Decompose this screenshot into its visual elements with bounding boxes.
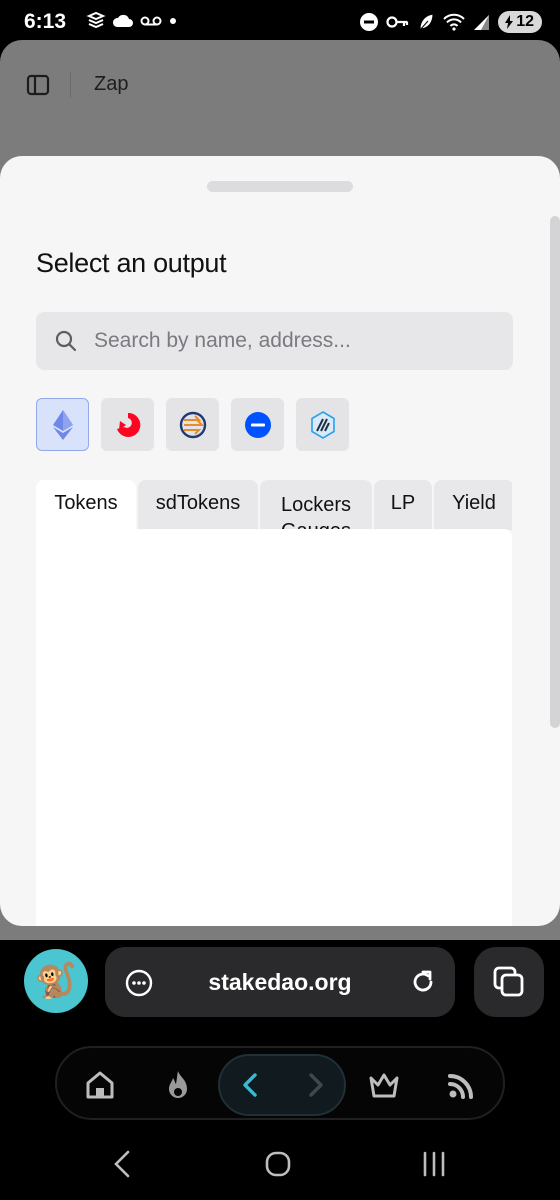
profile-avatar[interactable]: 🐒 [24, 949, 88, 1013]
back-forward-group [218, 1054, 346, 1116]
chain-arbitrum-button[interactable] [296, 398, 349, 451]
tab-tokens[interactable]: Tokens [36, 480, 136, 530]
wifi-icon [443, 13, 465, 31]
tabs-icon [493, 966, 524, 997]
status-time: 6:13 [24, 10, 67, 33]
back-arrow-icon[interactable] [234, 1068, 268, 1102]
stack-icon [86, 11, 106, 29]
chain-fraxtal-button[interactable] [166, 398, 219, 451]
base-icon [244, 411, 271, 438]
chain-filter [36, 398, 349, 451]
system-nav-bar [0, 1130, 560, 1200]
tab-yield[interactable]: Yield [434, 480, 512, 530]
battery-level: 12 [516, 13, 534, 30]
url-bar[interactable]: stakedao.org [105, 947, 455, 1017]
header-divider [70, 72, 71, 98]
sidebar-toggle-icon[interactable] [26, 74, 50, 96]
chain-base-button[interactable] [231, 398, 284, 451]
status-bar: 6:13 12 [0, 0, 560, 44]
system-back-icon[interactable] [102, 1148, 142, 1180]
search-icon [55, 330, 77, 352]
monkey-icon: 🐒 [34, 962, 78, 1000]
chain-ethereum-button[interactable] [36, 398, 89, 451]
output-tabs: Tokens sdTokens Lockers Gauges LP Yield [36, 480, 512, 530]
sheet-title: Select an output [36, 248, 227, 278]
sheet-grabber[interactable] [207, 181, 353, 192]
search-input[interactable] [94, 324, 494, 358]
feed-icon[interactable] [445, 1068, 479, 1102]
dnd-icon [360, 13, 379, 31]
scrollbar[interactable] [550, 216, 560, 728]
reload-icon[interactable] [409, 968, 437, 996]
output-selector-sheet: Select an output Tokens sdTokens Lockers… [0, 156, 560, 926]
system-recents-icon[interactable] [414, 1148, 454, 1180]
browser-nav-bar [55, 1046, 505, 1120]
leaf-icon [419, 13, 434, 31]
voicemail-icon [140, 16, 162, 26]
tab-lockers-gauges[interactable]: Lockers Gauges [260, 480, 372, 530]
tab-sdtokens[interactable]: sdTokens [138, 480, 258, 530]
system-home-icon[interactable] [258, 1148, 298, 1180]
status-left-icons [86, 11, 178, 31]
tab-lp[interactable]: LP [374, 480, 432, 530]
page-title: Zap [94, 73, 129, 95]
dot-icon [170, 18, 176, 24]
chain-optimism-button[interactable] [101, 398, 154, 451]
forward-arrow-icon[interactable] [298, 1068, 332, 1102]
fire-icon[interactable] [161, 1068, 195, 1102]
optimism-icon [116, 412, 140, 437]
battery-icon: 12 [498, 11, 542, 33]
crown-icon[interactable] [367, 1068, 401, 1102]
tab-panel [36, 529, 512, 926]
url-text: stakedao.org [208, 969, 352, 995]
fraxtal-icon [179, 411, 206, 438]
tabs-switcher-button[interactable] [474, 947, 544, 1017]
ethereum-icon [52, 409, 73, 440]
key-icon [386, 16, 409, 28]
home-icon[interactable] [83, 1068, 117, 1102]
search-box[interactable] [36, 312, 513, 370]
cloud-icon [112, 14, 133, 27]
arbitrum-icon [310, 410, 335, 439]
status-right-icons: 12 [359, 11, 542, 33]
signal-icon [474, 15, 490, 30]
